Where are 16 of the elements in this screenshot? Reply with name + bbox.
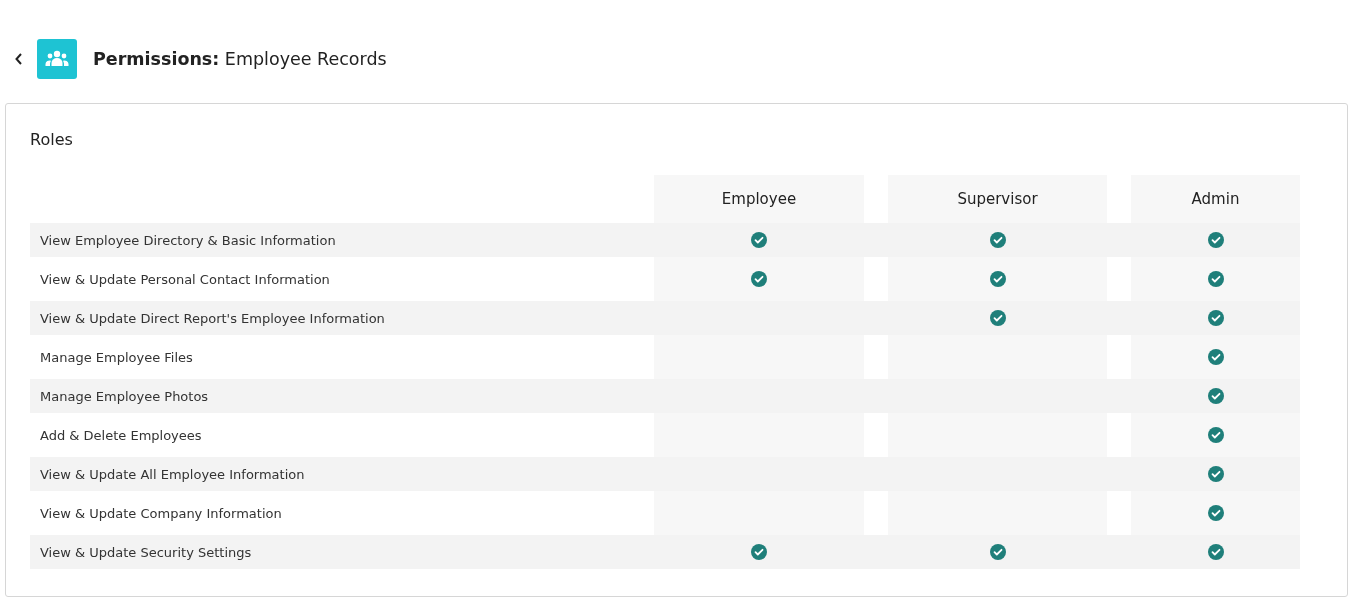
section-title: Roles — [30, 130, 74, 149]
column-header: Supervisor — [888, 175, 1107, 223]
chevron-left-icon — [15, 53, 23, 65]
column-header: Admin — [1131, 175, 1300, 223]
column-header: Employee — [654, 175, 864, 223]
permission-label: View & Update Direct Report's Employee Information — [40, 310, 385, 326]
permission-label: View & Update All Employee Information — [40, 466, 305, 482]
people-icon — [37, 39, 77, 79]
permission-label: View & Update Company Information — [40, 505, 282, 521]
permission-label: View & Update Security Settings — [40, 544, 252, 560]
permission-label: View Employee Directory & Basic Information — [40, 232, 336, 248]
permission-label: View & Update Personal Contact Information — [40, 271, 330, 287]
permission-label: Manage Employee Photos — [40, 388, 209, 404]
page-title: Permissions: Employee Records — [93, 49, 387, 69]
permission-label: Add & Delete Employees — [40, 427, 202, 443]
permission-label: Manage Employee Files — [40, 349, 193, 365]
